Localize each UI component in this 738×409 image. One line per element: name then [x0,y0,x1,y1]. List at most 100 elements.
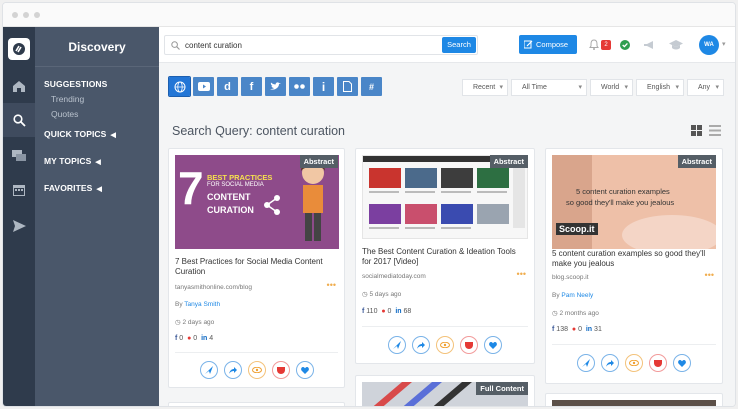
full-content-badge[interactable]: Full Content [476,382,528,395]
facebook-icon: f [552,326,555,333]
thumb-line: CONTENT [207,192,251,202]
time-ago: 2 days ago [182,319,215,326]
icon-rail [3,27,35,406]
hashtag-icon[interactable]: # [361,77,382,96]
home-icon[interactable] [3,69,35,103]
language-dropdown[interactable]: English [636,79,684,96]
sidebar-section-my-topics[interactable]: MY TOPICS ◀ [35,156,159,166]
pocket-button[interactable] [271,361,290,379]
megaphone-icon[interactable] [643,40,655,50]
youtube-icon[interactable] [193,77,214,96]
preview-button[interactable] [625,354,643,372]
divider [552,344,716,345]
thumb-line: CURATION [207,205,254,215]
compose-button[interactable]: Compose [519,35,577,54]
sidebar-item-quotes[interactable]: Quotes [35,109,159,119]
time-ago: 5 days ago [369,291,402,298]
clock-icon: ◷ [362,291,368,298]
clock-icon: ◷ [552,310,558,317]
avatar[interactable]: WA [699,35,719,55]
send-button[interactable] [577,354,595,372]
grid-view-icon[interactable] [691,125,702,136]
pocket-button[interactable] [649,354,667,372]
card-time: ◷ 2 months ago [552,309,599,317]
pinterest-icon: ● [381,308,386,315]
clock-icon: ◷ [175,319,181,326]
author-link[interactable]: Tanya Smith [184,301,220,308]
calendar-icon[interactable] [3,173,35,207]
bell-icon[interactable] [589,39,599,50]
flickr-icon[interactable] [289,77,310,96]
any-dropdown[interactable]: Any [687,79,724,96]
facebook-icon[interactable]: f [241,77,262,96]
share-button[interactable] [223,361,242,379]
content-card[interactable] [545,393,723,406]
share-button[interactable] [601,354,619,372]
content-card[interactable]: Abstract The Best Content Curation & Ide… [355,148,535,364]
web-icon[interactable] [168,76,191,97]
card-thumbnail [552,400,716,406]
card-domain[interactable]: tanyasmithonline.com/blog [175,284,252,291]
favorite-button[interactable] [295,361,314,379]
card-title[interactable]: The Best Content Curation & Ideation Too… [362,247,526,267]
cartoon-person-image [301,162,325,241]
favorite-button[interactable] [484,336,502,354]
top-bar: content curation Search Compose 2 WA ▾ [159,27,735,63]
preview-button[interactable] [247,361,266,379]
language-value: English [647,84,670,91]
share-button[interactable] [412,336,430,354]
sidebar-section-suggestions[interactable]: SUGGESTIONS [35,79,159,89]
content-card[interactable]: 7 BEST PRACTICES FOR SOCIAL MEDIA CONTEN… [168,148,345,388]
region-dropdown[interactable]: World [590,79,633,96]
card-domain[interactable]: blog.scoop.it [552,274,589,281]
source-filter-row: d f i # [168,76,385,97]
chevron-down-icon[interactable]: ▾ [722,40,726,48]
content-card[interactable] [168,402,345,406]
pinterest-icon: ● [571,326,577,333]
author-link[interactable]: Pam Neely [561,292,593,299]
document-icon[interactable] [337,77,358,96]
search-input[interactable]: content curation [185,41,242,50]
abstract-badge[interactable]: Abstract [489,155,528,168]
pocket-button[interactable] [460,336,478,354]
twitter-icon[interactable] [265,77,286,96]
abstract-badge[interactable]: Abstract [299,155,338,168]
search-button[interactable]: Search [442,37,476,53]
content-card[interactable]: Full Content [355,375,535,406]
time-dropdown[interactable]: All Time [511,79,587,96]
sidebar-section-favorites[interactable]: FAVORITES ◀ [35,183,159,193]
send-button[interactable] [199,361,218,379]
graduation-cap-icon[interactable] [669,40,683,50]
social-stats: f 138 ● 0 in 31 [552,326,602,333]
abstract-badge[interactable]: Abstract [677,155,716,168]
card-domain[interactable]: socialmediatoday.com [362,273,426,280]
sort-dropdown[interactable]: Recent [462,79,508,96]
linkedin-count: 31 [594,326,602,333]
card-actions [169,361,344,379]
card-title[interactable]: 5 content curation examples so good they… [552,249,714,269]
app-logo-icon[interactable] [8,38,30,60]
any-value: Any [698,84,711,91]
pinterest-count: 0 [387,308,392,315]
more-options-icon[interactable]: ••• [705,270,714,280]
search-box: content curation Search [164,35,478,55]
send-button[interactable] [388,336,406,354]
dailymotion-icon[interactable]: d [217,77,238,96]
thumb-number: 7 [178,162,204,214]
check-circle-icon[interactable] [620,40,630,50]
sidebar-item-trending[interactable]: Trending [35,94,159,104]
more-options-icon[interactable]: ••• [327,280,336,290]
sidebar-section-quick-topics[interactable]: QUICK TOPICS ◀ [35,129,159,139]
search-icon[interactable] [3,103,35,137]
list-view-icon[interactable] [709,125,721,136]
favorite-button[interactable] [673,354,691,372]
window-titlebar [3,3,735,27]
card-byline: By Pam Neely [552,292,593,299]
content-card[interactable]: 5 content curation examples so good they… [545,148,723,384]
preview-button[interactable] [436,336,454,354]
more-options-icon[interactable]: ••• [517,269,526,279]
chat-icon[interactable] [3,139,35,173]
card-title[interactable]: 7 Best Practices for Social Media Conten… [175,257,336,277]
send-icon[interactable] [3,209,35,243]
info-icon[interactable]: i [313,77,334,96]
